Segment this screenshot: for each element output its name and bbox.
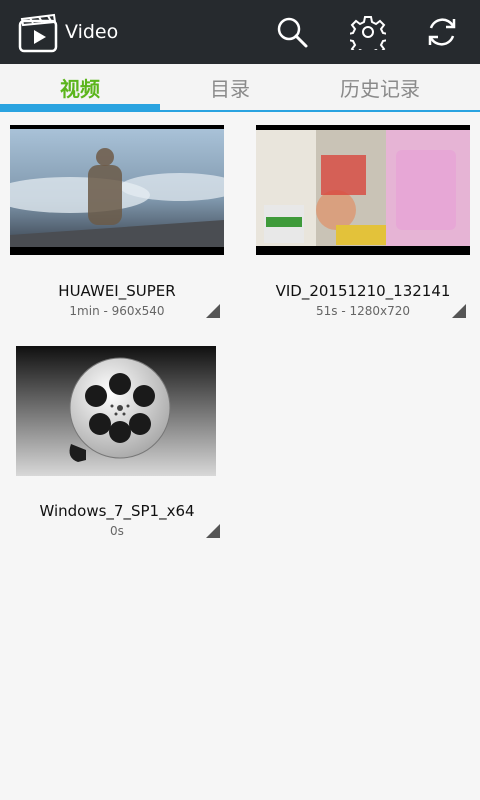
video-name: HUAWEI_SUPER: [58, 282, 176, 300]
video-thumbnail[interactable]: [16, 346, 216, 476]
search-button[interactable]: [274, 14, 310, 50]
active-tab-indicator: [0, 104, 160, 110]
video-item[interactable]: HUAWEI_SUPER 1min - 960x540: [0, 112, 240, 332]
video-item[interactable]: VID_20151210_132141 51s - 1280x720: [246, 112, 480, 332]
video-item[interactable]: Windows_7_SP1_x64 0s: [6, 332, 246, 552]
app-title: Video: [65, 21, 119, 43]
video-thumbnail[interactable]: [256, 125, 470, 255]
video-name: VID_20151210_132141: [275, 282, 451, 300]
tab-bar: 视频 目录 历史记录: [0, 64, 480, 112]
top-app-bar: Video: [0, 0, 480, 64]
video-meta: 51s - 1280x720: [315, 304, 411, 318]
more-options-corner-icon[interactable]: [206, 524, 220, 538]
tab-history[interactable]: 历史记录: [300, 64, 460, 110]
tab-directory[interactable]: 目录: [150, 64, 310, 110]
refresh-button[interactable]: [424, 14, 460, 50]
video-app-icon[interactable]: [18, 13, 58, 53]
settings-button[interactable]: [350, 14, 386, 50]
video-name: Windows_7_SP1_x64: [39, 502, 195, 520]
more-options-corner-icon[interactable]: [452, 304, 466, 318]
video-grid: HUAWEI_SUPER 1min - 960x540 VID_20151210…: [0, 112, 480, 800]
more-options-corner-icon[interactable]: [206, 304, 220, 318]
refresh-icon: [428, 18, 456, 46]
video-meta: 1min - 960x540: [69, 304, 165, 318]
settings-gear-icon: [350, 16, 386, 50]
video-thumbnail[interactable]: [10, 125, 224, 255]
search-icon: [277, 17, 308, 48]
video-meta: 0s: [110, 524, 124, 538]
